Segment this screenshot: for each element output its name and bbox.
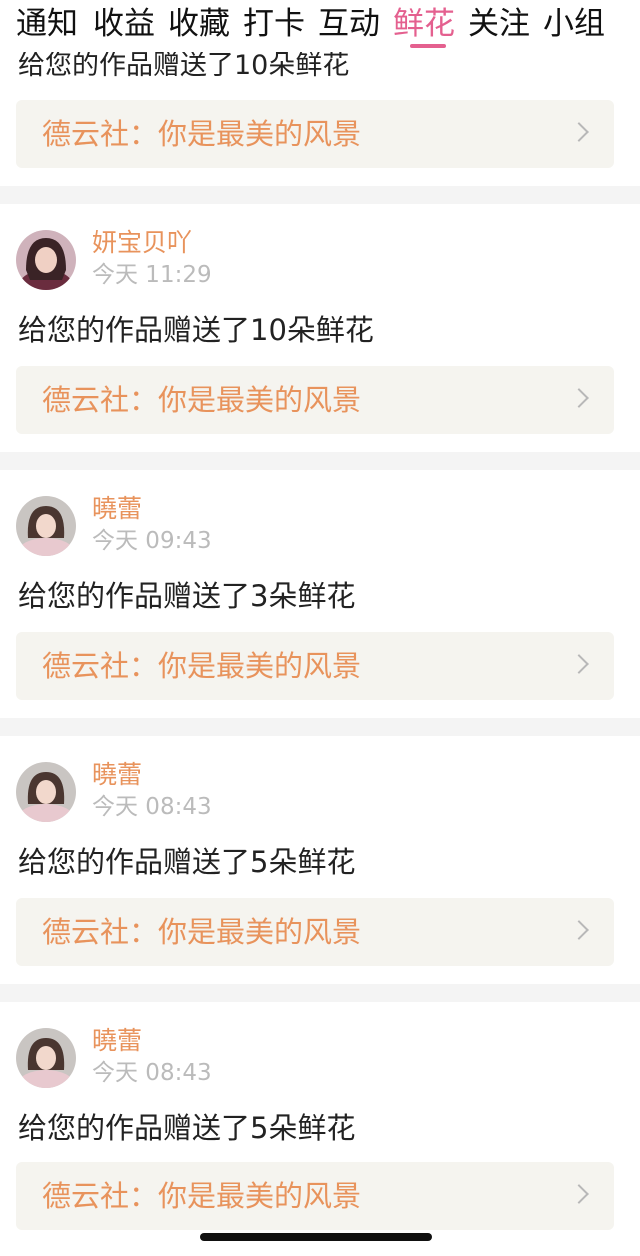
avatar[interactable] [16,1028,76,1088]
chevron-right-icon [569,122,589,142]
avatar[interactable] [16,762,76,822]
gift-message: 给您的作品赠送了5朵鲜花 [18,845,356,879]
timestamp: 今天 09:43 [92,528,212,554]
username[interactable]: 曉蕾 [92,1024,142,1058]
work-link-label: 德云社：你是最美的风景 [42,649,362,683]
timestamp: 今天 11:29 [92,262,212,288]
work-link-label: 德云社：你是最美的风景 [42,1179,362,1213]
chevron-right-icon [569,1184,589,1204]
list-item: 曉蕾 今天 09:43 给您的作品赠送了3朵鲜花 德云社：你是最美的风景 [0,470,640,718]
tab-favorites[interactable]: 收藏 [168,2,230,46]
list-item-partial: 给您的作品赠送了10朵鲜花 德云社：你是最美的风景 [0,50,640,186]
timestamp: 今天 08:43 [92,794,212,820]
username[interactable]: 曉蕾 [92,492,142,526]
username[interactable]: 妍宝贝吖 [92,226,192,260]
active-tab-indicator [410,44,446,48]
username[interactable]: 曉蕾 [92,758,142,792]
chevron-right-icon [569,920,589,940]
gift-message: 给您的作品赠送了5朵鲜花 [18,1111,356,1145]
avatar[interactable] [16,230,76,290]
avatar[interactable] [16,496,76,556]
tab-flowers[interactable]: 鲜花 [393,2,455,46]
tab-checkin[interactable]: 打卡 [243,2,305,46]
gift-message: 给您的作品赠送了3朵鲜花 [18,579,356,613]
list-item: 妍宝贝吖 今天 11:29 给您的作品赠送了10朵鲜花 德云社：你是最美的风景 [0,204,640,452]
work-link[interactable]: 德云社：你是最美的风景 [16,366,614,434]
gift-message: 给您的作品赠送了10朵鲜花 [18,50,350,81]
work-link[interactable]: 德云社：你是最美的风景 [16,898,614,966]
home-indicator[interactable] [200,1233,432,1241]
work-link[interactable]: 德云社：你是最美的风景 [16,100,614,168]
chevron-right-icon [569,388,589,408]
list-item: 曉蕾 今天 08:43 给您的作品赠送了5朵鲜花 德云社：你是最美的风景 [0,1002,640,1256]
work-link-label: 德云社：你是最美的风景 [42,117,362,151]
tab-interactions[interactable]: 互动 [318,2,380,46]
chevron-right-icon [569,654,589,674]
tab-bar: 通知 收益 收藏 打卡 互动 鲜花 关注 小组 [0,0,640,52]
tab-groups[interactable]: 小组 [543,2,605,46]
work-link[interactable]: 德云社：你是最美的风景 [16,1162,614,1230]
list-item: 曉蕾 今天 08:43 给您的作品赠送了5朵鲜花 德云社：你是最美的风景 [0,736,640,984]
timestamp: 今天 08:43 [92,1060,212,1086]
gift-message: 给您的作品赠送了10朵鲜花 [18,313,374,347]
tab-notifications[interactable]: 通知 [16,2,78,46]
work-link[interactable]: 德云社：你是最美的风景 [16,632,614,700]
work-link-label: 德云社：你是最美的风景 [42,915,362,949]
tab-earnings[interactable]: 收益 [93,2,155,46]
work-link-label: 德云社：你是最美的风景 [42,383,362,417]
tab-following[interactable]: 关注 [468,2,530,46]
